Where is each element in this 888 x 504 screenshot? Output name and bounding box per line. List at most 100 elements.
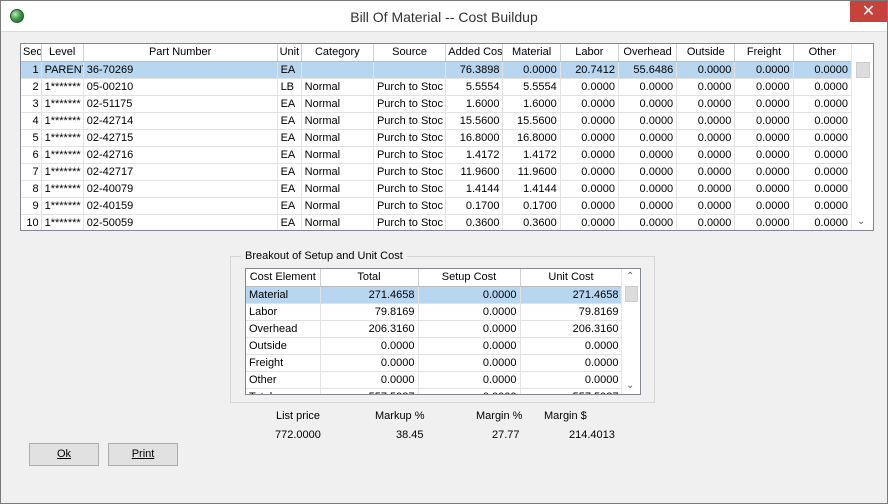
table-row[interactable]: 2 1******* 05-00210 LB Normal Purch to Stoc 5.… [21, 78, 853, 96]
table-cell: 10 [21, 214, 42, 230]
table-cell: 0.0000 [560, 78, 619, 96]
close-button[interactable]: ✕ [850, 1, 887, 22]
table-row[interactable]: 5 1******* 02-42715 EA Normal Purch to Stoc 16… [21, 129, 853, 147]
table-cell: 0.3600 [502, 214, 561, 230]
table-row[interactable]: Freight 0.0000 0.0000 0.0000 [246, 354, 623, 372]
column-header[interactable]: Overhead [618, 44, 678, 62]
column-header[interactable]: Category [301, 44, 374, 62]
table-cell: 0.0000 [560, 180, 619, 198]
column-header[interactable]: Added Cost [445, 44, 504, 62]
table-row[interactable]: Material 271.4658 0.0000 271.4658 [246, 286, 623, 304]
table-cell: 0.0000 [520, 371, 623, 389]
table-cell: Normal [301, 95, 374, 113]
table-cell: Labor [246, 303, 321, 321]
table-cell: 1 [21, 61, 42, 79]
table-cell: Purch to Stoc [373, 197, 447, 215]
table-cell: 1.4172 [502, 146, 561, 164]
table-row[interactable]: 7 1******* 02-42717 EA Normal Purch to Stoc 11… [21, 163, 853, 181]
table-cell: Normal [301, 214, 374, 230]
breakout-grid[interactable]: Cost Element Total Setup Cost Unit Cost Mat… [245, 268, 641, 395]
table-cell: 11.9600 [445, 163, 504, 181]
table-row[interactable]: Overhead 206.3160 0.0000 206.3160 [246, 320, 623, 338]
table-cell: 0.0000 [793, 163, 853, 181]
table-cell: 0.0000 [793, 197, 853, 215]
column-header[interactable]: Source [373, 44, 447, 62]
table-row[interactable]: 9 1******* 02-40159 EA Normal Purch to Stoc 0.… [21, 197, 853, 215]
table-cell: 0.0000 [734, 163, 794, 181]
table-row[interactable]: Outside 0.0000 0.0000 0.0000 [246, 337, 623, 355]
column-header[interactable]: Level [41, 44, 84, 62]
table-row[interactable]: 4 1******* 02-42714 EA Normal Purch to Stoc 15… [21, 112, 853, 130]
markup-label: Markup % [375, 410, 425, 422]
table-cell: 02-42717 [83, 163, 278, 181]
table-cell: 0.0000 [418, 337, 521, 355]
table-cell: 0.0000 [560, 112, 619, 130]
column-header[interactable]: Outside [676, 44, 736, 62]
table-cell: 271.4658 [320, 286, 419, 304]
title-bar[interactable]: Bill Of Material -- Cost Buildup ✕ [1, 1, 887, 32]
table-cell: Freight [246, 354, 321, 372]
table-cell: 206.3160 [320, 320, 419, 338]
scroll-down-icon[interactable]: ⌄ [626, 380, 634, 391]
column-header[interactable]: Cost Element [246, 269, 321, 287]
table-row[interactable]: Other 0.0000 0.0000 0.0000 [246, 371, 623, 389]
column-header[interactable]: Total [320, 269, 419, 287]
table-cell: 02-42714 [83, 112, 278, 130]
column-header[interactable]: Other [793, 44, 853, 62]
print-button[interactable]: Print [108, 443, 178, 466]
cost-buildup-grid[interactable]: Seq Level Part Number Unit Category Source Add… [20, 43, 874, 231]
column-header[interactable]: Labor [560, 44, 619, 62]
table-cell: Normal [301, 163, 374, 181]
table-cell: 557.5987 [520, 388, 623, 394]
column-header[interactable]: Setup Cost [418, 269, 521, 287]
table-row[interactable]: 1PARENT36-70269EA76.38980.000020.741255.… [21, 61, 853, 79]
table-cell: 0.0000 [418, 388, 521, 394]
margin-amt-value: 214.4013 [569, 429, 615, 441]
table-cell: 79.8169 [320, 303, 419, 321]
column-header[interactable]: Unit Cost [520, 269, 623, 287]
table-cell: 0.0000 [618, 78, 678, 96]
scroll-up-icon[interactable]: ⌃ [626, 271, 634, 282]
table-cell: 1.6000 [445, 95, 504, 113]
column-header[interactable]: Seq [21, 44, 42, 62]
table-cell: 0.0000 [618, 129, 678, 147]
table-row[interactable]: Total557.59870.0000557.5987 [246, 388, 623, 394]
table-cell: 1******* [41, 214, 84, 230]
column-header[interactable]: Freight [734, 44, 794, 62]
table-cell: 0.0000 [618, 180, 678, 198]
table-cell: 0.0000 [734, 146, 794, 164]
table-cell: 1.4144 [502, 180, 561, 198]
print-button-label: Print [131, 448, 155, 460]
table-cell: 0.0000 [618, 163, 678, 181]
grid-scroll-thumb[interactable] [856, 62, 870, 78]
table-cell: 0.0000 [618, 112, 678, 130]
table-cell [301, 61, 374, 79]
table-row[interactable]: 3 1******* 02-51175 EA Normal Purch to Stoc 1.… [21, 95, 853, 113]
table-row[interactable]: 6 1******* 02-42716 EA Normal Purch to Stoc 1.… [21, 146, 853, 164]
table-cell: 1******* [41, 78, 84, 96]
table-cell: Purch to Stoc [373, 129, 447, 147]
table-cell: 1******* [41, 163, 84, 181]
scroll-down-icon[interactable]: ⌄ [857, 216, 865, 227]
table-cell: 0.0000 [502, 61, 561, 79]
table-row[interactable]: Labor 79.8169 0.0000 79.8169 [246, 303, 623, 321]
breakout-group-title: Breakout of Setup and Unit Cost [241, 250, 407, 262]
table-cell: 36-70269 [83, 61, 278, 79]
table-cell: 0.0000 [793, 112, 853, 130]
table-cell: 1******* [41, 129, 84, 147]
table-cell: 02-42715 [83, 129, 278, 147]
bom-cost-window: Bill Of Material -- Cost Buildup ✕ Seq Le… [0, 0, 888, 504]
ok-button[interactable]: Ok [29, 443, 99, 466]
table-cell: 55.6486 [618, 61, 678, 79]
breakout-scrollbar[interactable]: ⌃ ⌄ [621, 269, 640, 394]
table-row[interactable]: 8 1******* 02-40079 EA Normal Purch to Stoc 1.… [21, 180, 853, 198]
table-cell: 0.0000 [320, 337, 419, 355]
table-cell: 5 [21, 129, 42, 147]
grid-scrollbar[interactable]: ⌄ [851, 44, 873, 230]
column-header[interactable]: Part Number [83, 44, 278, 62]
breakout-scroll-thumb[interactable] [625, 286, 638, 302]
table-row[interactable]: 10 1******* 02-50059 EA Normal Purch to Stoc 0… [21, 214, 853, 230]
column-header[interactable]: Unit [277, 44, 302, 62]
table-cell: 0.0000 [734, 214, 794, 230]
column-header[interactable]: Material [502, 44, 561, 62]
